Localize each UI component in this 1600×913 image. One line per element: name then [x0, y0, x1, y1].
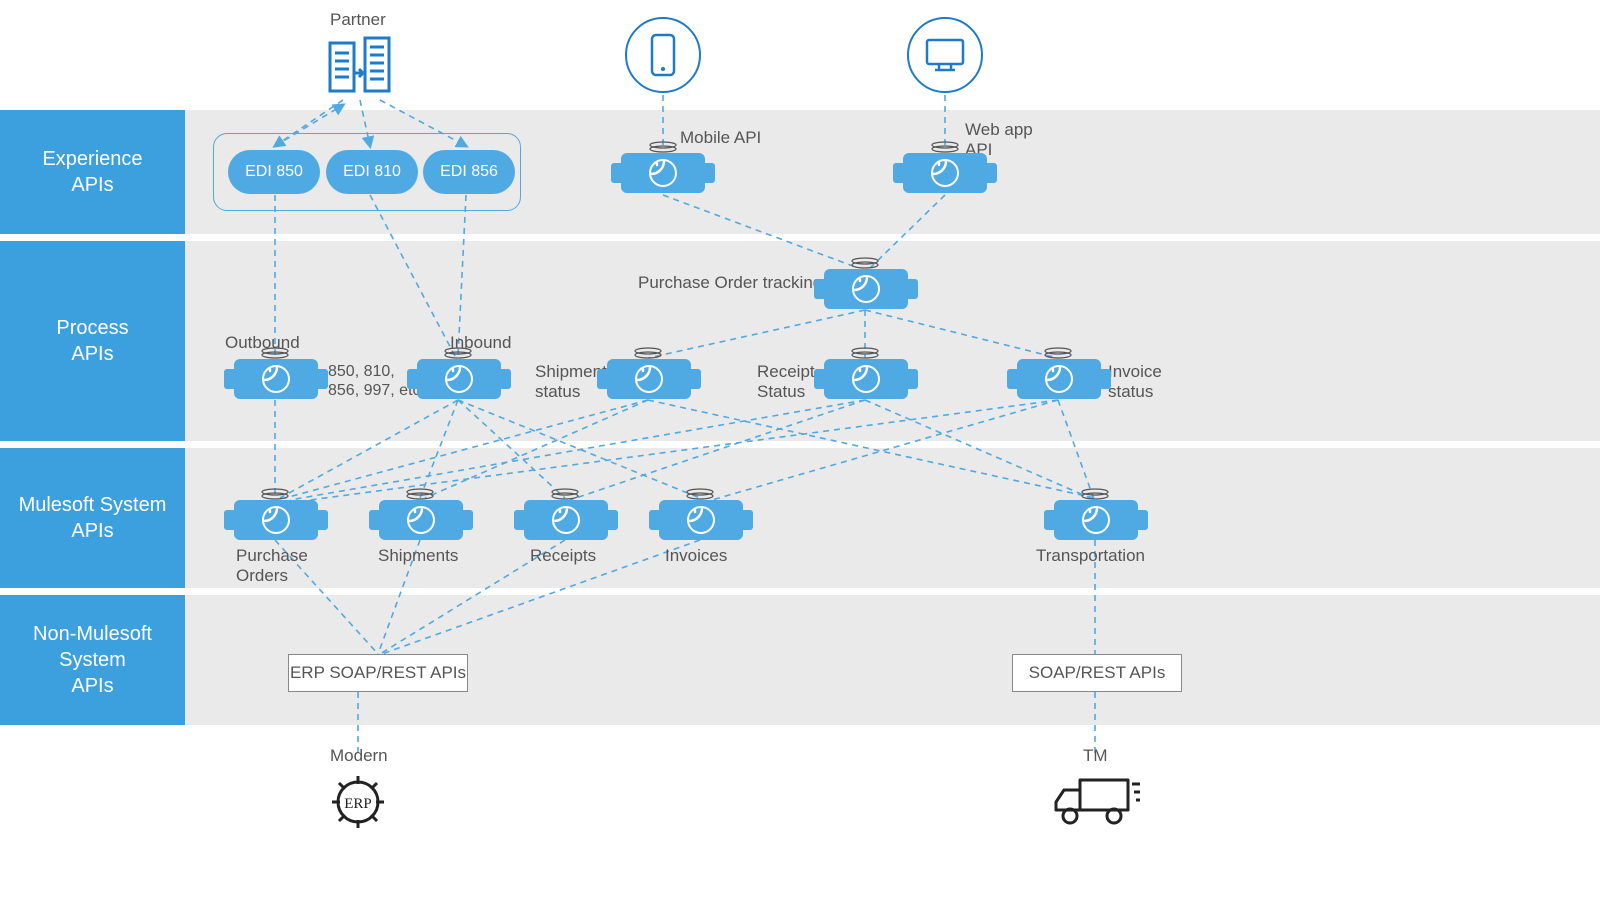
pill-edi810: EDI 810	[326, 150, 418, 194]
stack-icon	[1080, 487, 1110, 499]
stack-icon	[260, 487, 290, 499]
soap-rest-box: SOAP/REST APIs	[1012, 654, 1182, 692]
erp-gear-icon: ERP	[326, 770, 390, 839]
receipts-label: Receipts	[530, 546, 596, 566]
stack-icon	[405, 487, 435, 499]
node-receipt-status	[824, 359, 908, 399]
stack-icon	[648, 140, 678, 152]
node-shipments	[379, 500, 463, 540]
layer-label-system: Mulesoft System APIs	[0, 448, 185, 588]
node-invoice-status	[1017, 359, 1101, 399]
partner-icon	[325, 35, 395, 100]
shipments-label: Shipments	[378, 546, 458, 566]
node-mobile-api	[621, 153, 705, 193]
layer-label-nonmule: Non-Mulesoft System APIs	[0, 595, 185, 725]
partner-label: Partner	[330, 10, 386, 30]
truck-icon	[1050, 770, 1140, 833]
stack-icon	[850, 256, 880, 268]
web-icon	[907, 17, 983, 93]
node-po-tracking	[824, 269, 908, 309]
node-receipts	[524, 500, 608, 540]
svg-text:ERP: ERP	[344, 796, 372, 812]
transportation-label: Transportation	[1036, 546, 1145, 566]
stack-icon	[930, 140, 960, 152]
tm-label: TM	[1083, 746, 1108, 766]
erp-apis-box: ERP SOAP/REST APIs	[288, 654, 468, 692]
node-web-api	[903, 153, 987, 193]
node-transportation	[1054, 500, 1138, 540]
invoice-status-label: Invoice status	[1108, 362, 1162, 403]
node-outbound	[234, 359, 318, 399]
mobile-icon	[625, 17, 701, 93]
stack-icon	[443, 346, 473, 358]
stack-icon	[550, 487, 580, 499]
layer-label-experience: Experience APIs	[0, 110, 185, 234]
stack-icon	[260, 346, 290, 358]
node-shipment-status	[607, 359, 691, 399]
mobile-api-label: Mobile API	[680, 128, 761, 148]
node-inbound	[417, 359, 501, 399]
node-purchase-orders	[234, 500, 318, 540]
node-invoices	[659, 500, 743, 540]
purchase-orders-label: Purchase Orders	[236, 546, 308, 587]
layer-label-process: Process APIs	[0, 241, 185, 441]
stack-icon	[633, 346, 663, 358]
stack-icon	[850, 346, 880, 358]
pill-edi856: EDI 856	[423, 150, 515, 194]
receipt-status-label: Receipt Status	[757, 362, 815, 403]
pill-edi850: EDI 850	[228, 150, 320, 194]
modern-label: Modern	[330, 746, 388, 766]
stack-icon	[685, 487, 715, 499]
invoices-label: Invoices	[665, 546, 727, 566]
po-tracking-label: Purchase Order tracking	[638, 273, 822, 293]
stack-icon	[1043, 346, 1073, 358]
